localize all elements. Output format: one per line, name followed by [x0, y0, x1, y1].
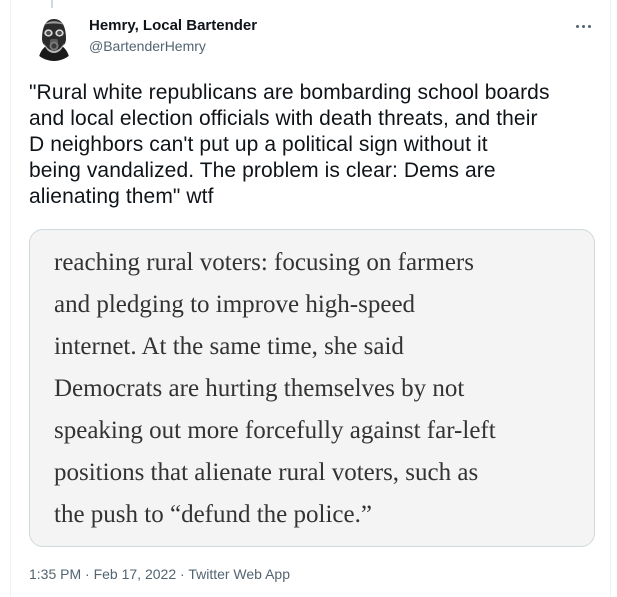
tweet-metadata: 1:35 PM · Feb 17, 2022 · Twitter Web App: [29, 564, 290, 584]
more-horizontal-icon-dot: [587, 24, 591, 28]
author-handle[interactable]: @BartenderHemry: [89, 36, 257, 56]
media-image-screenshot[interactable]: reaching rural voters: focusing on farme…: [29, 229, 595, 547]
more-options-button[interactable]: [569, 16, 597, 36]
media-quote-text: reaching rural voters: focusing on farme…: [54, 249, 496, 528]
author-display-name[interactable]: Hemry, Local Bartender: [89, 16, 257, 36]
more-horizontal-icon: [575, 24, 579, 28]
gas-mask-avatar-icon: [30, 13, 78, 61]
tweet-card: Hemry, Local Bartender @BartenderHemry "…: [10, 0, 611, 597]
more-horizontal-icon-dot: [581, 24, 585, 28]
avatar[interactable]: [30, 13, 78, 61]
meta-separator: ·: [85, 566, 94, 582]
tweet-time-link[interactable]: 1:35 PM: [29, 566, 81, 582]
separator-dot: ·: [180, 566, 185, 582]
tweet-header: Hemry, Local Bartender @BartenderHemry: [89, 16, 257, 56]
media-cut-text: [54, 230, 574, 240]
separator-dot: ·: [85, 566, 90, 582]
tweet-text: "Rural white republicans are bombarding …: [29, 81, 550, 208]
tweet-date-link[interactable]: Feb 17, 2022: [94, 566, 177, 582]
thread-connector-line: [51, 0, 53, 8]
tweet-source-link[interactable]: Twitter Web App: [188, 566, 290, 582]
